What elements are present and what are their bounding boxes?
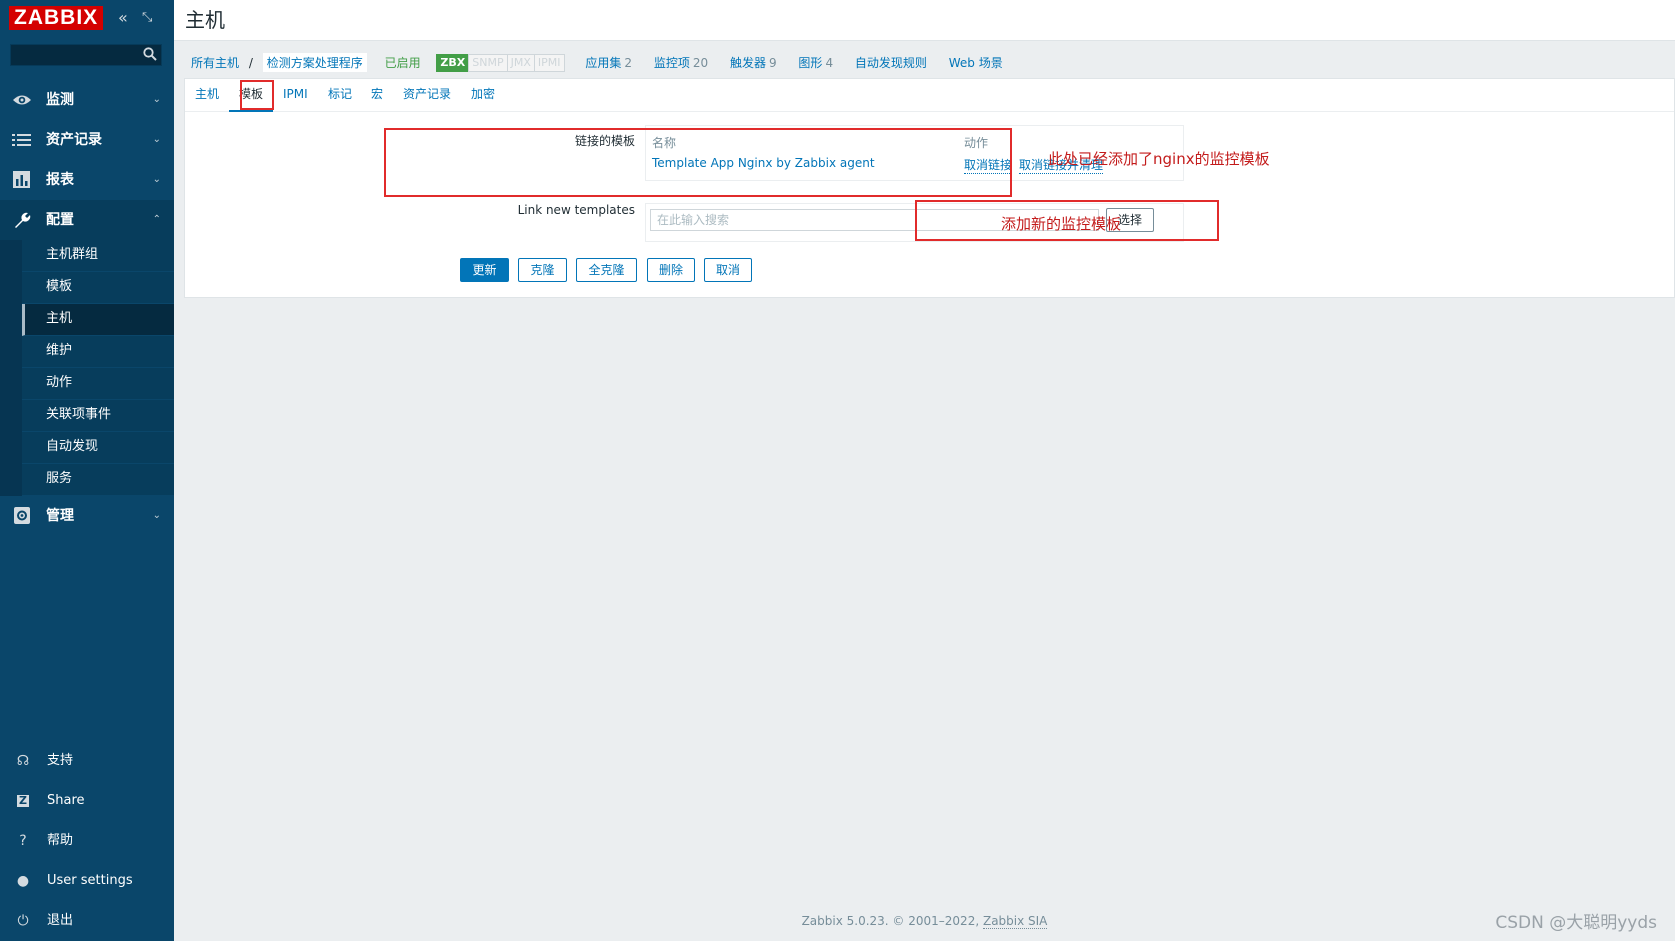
chevron-down-icon: ⌄ — [152, 94, 161, 105]
full-clone-button[interactable]: 全克隆 — [576, 258, 637, 282]
configuration-submenu: 主机群组 模板 主机 维护 动作 关联项事件 自动发现 服务 — [0, 240, 174, 496]
chevron-down-icon: ⌄ — [152, 510, 161, 521]
submenu-host-groups[interactable]: 主机群组 — [22, 240, 174, 272]
submenu-event-correlation[interactable]: 关联项事件 — [22, 400, 174, 432]
link-new-templates-label: Link new templates — [517, 203, 635, 217]
host-form-panel: 主机 模板 IPMI 标记 宏 资产记录 加密 链接的模板 名称 动作 Temp… — [184, 78, 1675, 298]
sidebar-bottom-menu: ☊ 支持 Z Share ? 帮助 ● User settings ⏻ 退出 — [0, 741, 174, 941]
menu-label: 监测 — [46, 92, 74, 108]
zabbix-logo[interactable]: ZABBIX — [9, 6, 104, 30]
ipmi-badge: IPMI — [533, 53, 565, 72]
page-title: 主机 — [185, 8, 225, 32]
headset-icon: ☊ — [16, 753, 30, 769]
breadcrumb-current-host[interactable]: 检测方案处理程序 — [262, 53, 367, 72]
link-graphs[interactable]: 图形 4 — [798, 54, 833, 71]
submenu-hosts[interactable]: 主机 — [22, 304, 174, 336]
chevron-up-icon: ⌃ — [152, 214, 161, 225]
availability-badges: ZBX SNMP JMX IPMI — [436, 53, 565, 72]
csdn-watermark: CSDN @大聪明yyds — [1495, 913, 1657, 933]
kiosk-mode-icon[interactable]: ⤡ — [142, 10, 152, 25]
tab-bar: 主机 模板 IPMI 标记 宏 资产记录 加密 — [185, 79, 1674, 112]
column-name-header: 名称 — [652, 136, 677, 150]
snmp-badge: SNMP — [468, 53, 508, 72]
link-discovery-rules[interactable]: 自动发现规则 — [855, 54, 927, 71]
tab-macros[interactable]: 宏 — [361, 79, 393, 110]
share-link[interactable]: Z Share — [0, 781, 174, 821]
help-label: 帮助 — [47, 833, 74, 848]
submenu-templates[interactable]: 模板 — [22, 272, 174, 304]
submenu-maintenance[interactable]: 维护 — [22, 336, 174, 368]
jmx-badge: JMX — [506, 53, 535, 72]
submenu-actions[interactable]: 动作 — [22, 368, 174, 400]
footer-company-link[interactable]: Zabbix SIA — [982, 914, 1048, 929]
bar-chart-icon — [13, 171, 30, 188]
support-label: 支持 — [47, 753, 74, 768]
clone-button[interactable]: 克隆 — [518, 258, 567, 282]
eye-icon — [13, 95, 31, 105]
breadcrumb-separator: / — [248, 55, 253, 70]
share-label: Share — [47, 793, 85, 808]
host-status[interactable]: 已启用 — [385, 54, 421, 71]
column-action-header: 动作 — [964, 136, 989, 150]
menu-label: 管理 — [46, 508, 74, 524]
linked-templates-label: 链接的模板 — [574, 134, 635, 148]
link-triggers[interactable]: 触发器 9 — [730, 54, 777, 71]
menu-administration[interactable]: 管理 ⌄ — [0, 496, 174, 536]
user-settings-label: User settings — [47, 873, 133, 888]
footer-copyright: Zabbix 5.0.23. © 2001–2022, — [801, 914, 983, 928]
update-button[interactable]: 更新 — [460, 258, 509, 282]
help-link[interactable]: ? 帮助 — [0, 821, 174, 861]
menu-label: 报表 — [46, 172, 74, 188]
breadcrumb-all-hosts[interactable]: 所有主机 — [191, 54, 239, 71]
power-icon: ⏻ — [17, 913, 29, 929]
sidebar-search-input[interactable] — [11, 45, 143, 65]
user-settings-link[interactable]: ● User settings — [0, 861, 174, 901]
collapse-sidebar-icon[interactable]: « — [118, 8, 128, 27]
host-navigation: 所有主机 / 检测方案处理程序 已启用 ZBX SNMP JMX IPMI 应用集 2 … — [191, 53, 1021, 73]
tab-host[interactable]: 主机 — [185, 79, 229, 110]
new-template-annotation: 添加新的监控模板 — [1001, 215, 1122, 233]
tab-templates[interactable]: 模板 — [229, 79, 274, 112]
menu-configuration[interactable]: 配置 ⌃ — [0, 200, 174, 240]
linked-templates-annotation: 此处已经添加了nginx的监控模板 — [1048, 150, 1270, 168]
tab-tags[interactable]: 标记 — [318, 79, 362, 110]
sidebar: ZABBIX « ⤡ 监测 ⌄ 资产记录 ⌄ 报表 ⌄ 配置 ⌃ 主机群组 模板… — [0, 0, 174, 941]
cancel-button[interactable]: 取消 — [704, 258, 752, 282]
signout-label: 退出 — [47, 913, 74, 928]
main-menu: 监测 ⌄ 资产记录 ⌄ 报表 ⌄ 配置 ⌃ 主机群组 模板 主机 维护 动作 关… — [0, 80, 174, 536]
delete-button[interactable]: 删除 — [647, 258, 695, 282]
support-link[interactable]: ☊ 支持 — [0, 741, 174, 781]
wrench-icon — [15, 212, 31, 228]
menu-monitoring[interactable]: 监测 ⌄ — [0, 80, 174, 120]
tab-inventory[interactable]: 资产记录 — [393, 79, 461, 110]
signout-link[interactable]: ⏻ 退出 — [0, 901, 174, 941]
help-icon: ? — [19, 833, 27, 849]
link-items[interactable]: 监控项 20 — [654, 54, 708, 71]
menu-inventory[interactable]: 资产记录 ⌄ — [0, 120, 174, 160]
footer: Zabbix 5.0.23. © 2001–2022, Zabbix SIA — [174, 914, 1675, 929]
list-icon — [12, 134, 31, 146]
menu-label: 配置 — [46, 212, 74, 228]
submenu-discovery[interactable]: 自动发现 — [22, 432, 174, 464]
link-web-scenarios[interactable]: Web 场景 — [949, 54, 1003, 71]
submenu-services[interactable]: 服务 — [22, 464, 174, 496]
tab-ipmi[interactable]: IPMI — [273, 79, 318, 110]
page-header: 主机 — [174, 0, 1675, 41]
share-z-icon: Z — [17, 795, 29, 807]
unlink-link[interactable]: 取消链接 — [964, 156, 1013, 174]
search-icon[interactable] — [143, 47, 157, 61]
chevron-down-icon: ⌄ — [152, 134, 161, 145]
user-icon: ● — [16, 873, 30, 889]
sidebar-search — [10, 44, 162, 66]
menu-label: 资产记录 — [46, 132, 102, 148]
chevron-down-icon: ⌄ — [152, 174, 161, 185]
tab-encryption[interactable]: 加密 — [461, 79, 505, 110]
link-applications[interactable]: 应用集 2 — [585, 54, 632, 71]
zbx-badge: ZBX — [436, 53, 470, 72]
linked-template-name[interactable]: Template App Nginx by Zabbix agent — [652, 156, 875, 170]
gear-icon — [14, 507, 30, 524]
menu-reports[interactable]: 报表 ⌄ — [0, 160, 174, 200]
